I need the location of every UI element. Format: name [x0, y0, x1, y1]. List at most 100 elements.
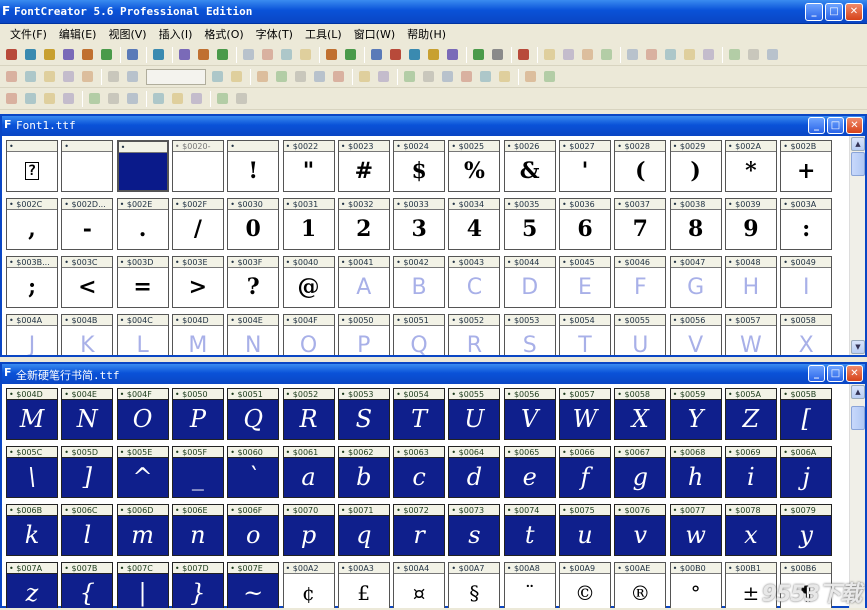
- tb2-tool-10-icon[interactable]: [228, 68, 245, 85]
- xingshu-glyph-cell[interactable]: • $0056 V: [503, 388, 556, 440]
- menu-item-4[interactable]: 格式(O): [198, 26, 249, 42]
- tb1-tool-17-icon[interactable]: [278, 46, 295, 63]
- tb1-tool-4-icon[interactable]: [79, 46, 96, 63]
- tb1-tool-5-icon[interactable]: [98, 46, 115, 63]
- font1-glyph-cell[interactable]: • $0053 S: [503, 314, 556, 355]
- tb1-tool-0-icon[interactable]: [3, 46, 20, 63]
- font1-glyph-cell[interactable]: • $0050 P: [337, 314, 390, 355]
- xingshu-vertical-scrollbar[interactable]: ▲: [849, 384, 865, 608]
- xingshu-glyph-cell[interactable]: • $007D}: [171, 562, 224, 608]
- tb1-tool-20-icon[interactable]: [323, 46, 340, 63]
- menu-item-0[interactable]: 文件(F): [4, 26, 53, 42]
- scroll-thumb[interactable]: [851, 406, 865, 430]
- xingshu-glyph-cell[interactable]: • $0065 e: [503, 446, 556, 498]
- tb2-tool-26-icon[interactable]: [496, 68, 513, 85]
- xingshu-glyph-cell[interactable]: • $005A Z: [724, 388, 777, 440]
- font1-glyph-cell[interactable]: • $0033 3: [393, 198, 446, 250]
- tb1-tool-1-icon[interactable]: [22, 46, 39, 63]
- tb2-tool-24-icon[interactable]: [458, 68, 475, 85]
- font1-glyph-cell[interactable]: • $0020-: [171, 140, 224, 192]
- tb3-tool-2-icon[interactable]: [41, 90, 58, 107]
- font1-glyph-cell[interactable]: • $0028 (: [614, 140, 667, 192]
- font1-glyph-cell[interactable]: • $004B K: [61, 314, 114, 355]
- xingshu-glyph-cell[interactable]: • $0068 h: [669, 446, 722, 498]
- xingshu-glyph-cell[interactable]: • $007E ~: [227, 562, 280, 608]
- tb1-tool-26-icon[interactable]: [425, 46, 442, 63]
- xingshu-glyph-cell[interactable]: • $005B[: [780, 388, 833, 440]
- font1-glyph-cell[interactable]: • ?: [6, 140, 58, 192]
- font1-glyph-cell[interactable]: • $0054 T: [559, 314, 611, 355]
- font1-glyph-cell[interactable]: • $0032 2: [337, 198, 390, 250]
- xingshu-glyph-cell[interactable]: • $0052 R: [282, 388, 335, 440]
- xingshu-glyph-cell[interactable]: • $0050 P: [171, 388, 224, 440]
- xingshu-glyph-cell[interactable]: • $006B k: [6, 504, 58, 556]
- xingshu-glyph-cell[interactable]: • $0078 x: [724, 504, 777, 556]
- font1-glyph-cell[interactable]: • $004C L: [116, 314, 169, 355]
- font1-glyph-cell[interactable]: • $0052 R: [448, 314, 501, 355]
- tb2-tool-4-icon[interactable]: [79, 68, 96, 85]
- font1-glyph-cell[interactable]: • $0039 9: [724, 198, 777, 250]
- tb1-tool-42-icon[interactable]: [681, 46, 698, 63]
- tb1-tool-21-icon[interactable]: [342, 46, 359, 63]
- tb1-tool-9-icon[interactable]: [150, 46, 167, 63]
- font1-glyph-cell[interactable]: • $003B...;: [6, 256, 58, 308]
- font1-glyph-cell[interactable]: • $0035 5: [503, 198, 556, 250]
- tb1-tool-39-icon[interactable]: [624, 46, 641, 63]
- tb1-tool-34-icon[interactable]: [541, 46, 558, 63]
- tb1-tool-35-icon[interactable]: [560, 46, 577, 63]
- tb1-tool-29-icon[interactable]: [470, 46, 487, 63]
- font1-glyph-cell[interactable]: • $004A J: [6, 314, 58, 355]
- font1-glyph-cell[interactable]: • $0057 W: [724, 314, 777, 355]
- font1-glyph-cell[interactable]: • $0045 E: [559, 256, 611, 308]
- tb2-tool-3-icon[interactable]: [60, 68, 77, 85]
- font1-glyph-cell[interactable]: • $002B +: [780, 140, 833, 192]
- xingshu-glyph-cell[interactable]: • $006A j: [780, 446, 833, 498]
- tb2-tool-21-icon[interactable]: [401, 68, 418, 85]
- xingshu-glyph-cell[interactable]: • $0069 i: [724, 446, 777, 498]
- fontcreator-app-icon[interactable]: F: [2, 5, 12, 18]
- menu-item-7[interactable]: 窗口(W): [348, 26, 401, 42]
- font1-glyph-cell[interactable]: • $0049 I: [780, 256, 833, 308]
- xingshu-glyph-cell[interactable]: • $00A3 £: [337, 562, 390, 608]
- tb1-tool-45-icon[interactable]: [726, 46, 743, 63]
- font1-glyph-cell[interactable]: • $0037 7: [614, 198, 667, 250]
- toolbar-combo[interactable]: [146, 68, 206, 85]
- font1-glyph-cell[interactable]: • $004F O: [282, 314, 335, 355]
- tb2-tool-19-icon[interactable]: [375, 68, 392, 85]
- xingshu-glyph-cell[interactable]: • $005C \: [6, 446, 58, 498]
- xingshu-glyph-cell[interactable]: • $0073 s: [448, 504, 501, 556]
- xingshu-glyph-cell[interactable]: • $00A4 ¤: [393, 562, 446, 608]
- font1-glyph-cell[interactable]: • $0055 U: [614, 314, 667, 355]
- xingshu-glyph-cell[interactable]: • $005D]: [61, 446, 114, 498]
- xingshu-maximize-button[interactable]: □: [827, 365, 844, 382]
- font1-glyph-cell[interactable]: • $0030 0: [227, 198, 280, 250]
- scroll-up-arrow-icon[interactable]: ▲: [851, 385, 865, 399]
- xingshu-glyph-cell[interactable]: • $0063 c: [393, 446, 446, 498]
- font1-glyph-cell[interactable]: • $0048 H: [724, 256, 777, 308]
- menu-item-3[interactable]: 插入(I): [153, 26, 199, 42]
- tb1-tool-27-icon[interactable]: [444, 46, 461, 63]
- xingshu-glyph-cell[interactable]: • $007C |: [116, 562, 169, 608]
- tb3-tool-0-icon[interactable]: [3, 90, 20, 107]
- font1-maximize-button[interactable]: □: [827, 117, 844, 134]
- scroll-down-arrow-icon[interactable]: ▼: [851, 340, 865, 354]
- xingshu-close-button[interactable]: ✕: [846, 365, 863, 382]
- tb1-tool-13-icon[interactable]: [214, 46, 231, 63]
- font1-glyph-cell[interactable]: • $002F /: [171, 198, 224, 250]
- tb2-tool-29-icon[interactable]: [541, 68, 558, 85]
- xingshu-glyph-cell[interactable]: • $006E n: [171, 504, 224, 556]
- xingshu-glyph-cell[interactable]: • $004E N: [61, 388, 114, 440]
- tb1-tool-43-icon[interactable]: [700, 46, 717, 63]
- tb2-tool-15-icon[interactable]: [311, 68, 328, 85]
- font1-glyph-cell[interactable]: • $0023 #: [337, 140, 390, 192]
- tb1-tool-37-icon[interactable]: [598, 46, 615, 63]
- tb2-tool-16-icon[interactable]: [330, 68, 347, 85]
- tb3-tool-11-icon[interactable]: [188, 90, 205, 107]
- xingshu-glyph-cell[interactable]: • $0058 X: [614, 388, 667, 440]
- font1-glyph-cell[interactable]: • $0044 D: [503, 256, 556, 308]
- font1-glyph-cell[interactable]: • $0056 V: [669, 314, 722, 355]
- tb2-tool-22-icon[interactable]: [420, 68, 437, 85]
- tb1-tool-16-icon[interactable]: [259, 46, 276, 63]
- font1-glyph-cell[interactable]: • $003D =: [116, 256, 169, 308]
- font1-glyph-cell[interactable]: • $002C,: [6, 198, 58, 250]
